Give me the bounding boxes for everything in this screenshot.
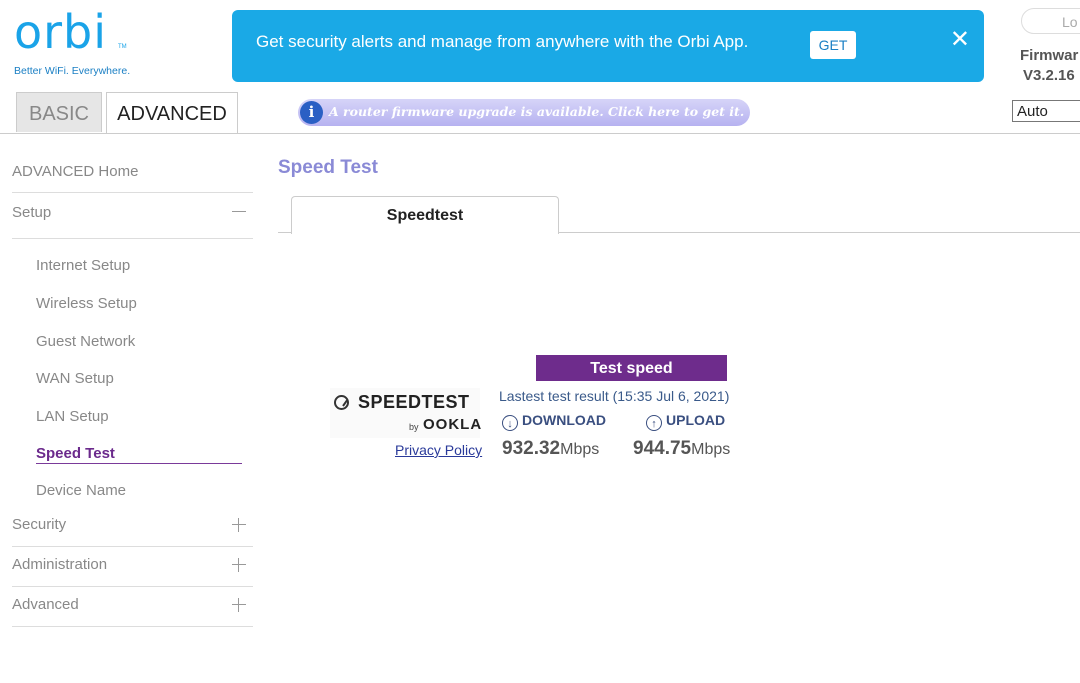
upload-arrow-icon: ↑ (646, 415, 662, 431)
sidebar-item-speed-test[interactable]: Speed Test (36, 445, 115, 462)
sidebar-divider (12, 586, 253, 587)
sidebar-item-setup[interactable]: Setup (12, 204, 51, 221)
upload-value: 944.75 (633, 438, 692, 459)
download-unit: Mbps (560, 441, 600, 458)
collapse-icon[interactable] (231, 204, 247, 220)
sidebar-item-security[interactable]: Security (12, 516, 66, 533)
active-item-underline (36, 463, 242, 464)
sidebar-item-wan-setup[interactable]: WAN Setup (36, 370, 114, 387)
sidebar-item-advanced[interactable]: Advanced (12, 596, 79, 613)
expand-icon[interactable] (231, 517, 247, 533)
sidebar-item-administration[interactable]: Administration (12, 556, 107, 573)
upload-label: UPLOAD (666, 412, 726, 428)
firmware-label: Firmwar (1020, 47, 1079, 64)
language-select[interactable]: Auto (1012, 100, 1080, 122)
download-heading: ↓ DOWNLOAD (502, 412, 606, 431)
tab-basic[interactable]: BASIC (16, 92, 102, 132)
download-result: 932.32Mbps (502, 438, 599, 460)
orbi-logo[interactable]: orbi TM Better WiFi. Everywhere. (14, 8, 144, 80)
sidebar-divider (12, 626, 253, 627)
sidebar-item-device-name[interactable]: Device Name (36, 482, 126, 499)
upload-result: 944.75Mbps (633, 438, 730, 460)
upload-unit: Mbps (691, 441, 731, 458)
header-divider (0, 133, 1080, 134)
firmware-upgrade-notice[interactable]: i A router firmware upgrade is available… (298, 99, 750, 126)
sidebar-item-advanced-home[interactable]: ADVANCED Home (12, 163, 138, 180)
banner-text: Get security alerts and manage from anyw… (256, 32, 749, 51)
logo-wordmark: orbi (14, 5, 108, 59)
info-icon: i (300, 101, 323, 124)
speedtest-wordmark: SPEEDTEST (358, 392, 470, 412)
firmware-version: V3.2.16 (1023, 67, 1075, 84)
close-icon[interactable]: ✕ (950, 26, 970, 54)
tab-advanced[interactable]: ADVANCED (106, 92, 238, 134)
sidebar-divider (12, 546, 253, 547)
sidebar-divider (12, 192, 253, 193)
page-title: Speed Test (278, 157, 378, 178)
privacy-policy-link[interactable]: Privacy Policy (395, 442, 482, 458)
sidebar-item-wireless-setup[interactable]: Wireless Setup (36, 295, 137, 312)
logo-trademark: TM (118, 44, 127, 50)
speedtest-logo: SPEEDTEST by OOKLA (330, 388, 483, 438)
logo-by: by (409, 422, 419, 432)
sidebar-item-guest-network[interactable]: Guest Network (36, 333, 135, 350)
tab-baseline (558, 232, 1080, 233)
tab-speedtest[interactable]: Speedtest (291, 196, 559, 234)
sidebar-item-internet-setup[interactable]: Internet Setup (36, 257, 130, 274)
test-speed-button[interactable]: Test speed (536, 355, 727, 381)
sidebar-item-lan-setup[interactable]: LAN Setup (36, 408, 109, 425)
logout-button[interactable]: Lo (1021, 8, 1080, 34)
firmware-upgrade-text: A router firmware upgrade is available. … (329, 104, 745, 119)
gauge-icon (334, 395, 349, 410)
upload-heading: ↑ UPLOAD (646, 412, 725, 431)
expand-icon[interactable] (231, 557, 247, 573)
download-arrow-icon: ↓ (502, 415, 518, 431)
expand-icon[interactable] (231, 597, 247, 613)
get-app-button[interactable]: GET (810, 31, 856, 59)
app-promo-banner: Get security alerts and manage from anyw… (232, 10, 984, 82)
download-label: DOWNLOAD (522, 412, 606, 428)
logo-tagline: Better WiFi. Everywhere. (14, 65, 131, 77)
last-result-timestamp: Lastest test result (15:35 Jul 6, 2021) (499, 388, 730, 404)
tab-baseline (278, 232, 292, 233)
download-value: 932.32 (502, 438, 561, 459)
sidebar-divider (12, 238, 253, 239)
ookla-wordmark: OOKLA (423, 416, 483, 433)
